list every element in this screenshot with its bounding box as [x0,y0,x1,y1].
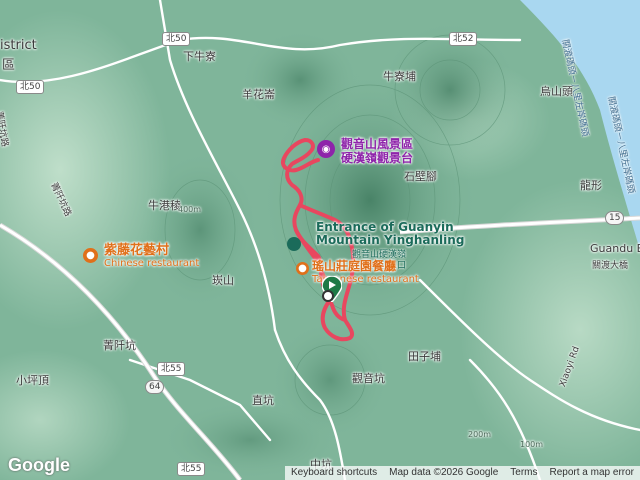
map-footer: Keyboard shortcuts Map data ©2026 Google… [284,466,640,480]
poi-scenic-area[interactable]: 觀音山風景區 硬漢嶺觀景台 [341,137,413,165]
district-label: istrict [0,38,37,53]
keyboard-shortcuts-link[interactable]: Keyboard shortcuts [285,466,383,480]
poi-scenic-area-line1: 觀音山風景區 [341,137,414,151]
place-shibijiao: 石壁腳 [404,170,437,183]
trailhead-icon[interactable] [287,237,301,251]
end-point-icon [322,290,334,302]
elevation-label-200: 200m [468,430,492,439]
poi-restaurant-zitenghua[interactable]: 紫藤花藝村 Chinese restaurant [104,244,199,270]
route-shield-north50b: 北50 [16,80,45,94]
place-yanghuakun: 羊花崙 [242,88,275,101]
google-logo: Google [8,455,70,475]
camera-icon[interactable]: ◉ [317,140,335,158]
route-shield-15: 15 [605,211,625,225]
elevation-label-400: 400m [178,205,202,214]
place-xianiuliao: 下牛寮 [183,50,216,63]
elevation-label-100: 100m [520,440,544,449]
poi-scenic-area-line2: 硬漢嶺觀景台 [341,151,414,165]
place-niugangleng: 牛港稜 [148,199,181,212]
poi-restaurant-zitenghua-zh: 紫藤花藝村 [104,243,170,258]
district-label-zh: 區 [2,58,16,73]
map-data-attribution: Map data ©2026 Google [389,467,499,478]
restaurant-icon[interactable]: ● [296,262,309,275]
route-shield-64: 64 [145,380,165,394]
route-shield-north55b: 北55 [177,462,206,476]
terms-link[interactable]: Terms [504,466,543,480]
poi-trail-entrance-en2: Mountain Yinghanling [316,233,465,247]
place-tianzibu: 田子埔 [408,350,441,363]
restaurant-icon-2[interactable]: ● [83,248,98,263]
report-error-link[interactable]: Report a map error [544,466,640,480]
route-shield-north55: 北55 [157,362,186,376]
poi-trail-entrance[interactable]: Entrance of Guanyin Mountain Yinghanling [316,221,464,247]
place-xiaopingding: 小坪頂 [16,374,49,387]
route-shield-north52: 北52 [449,32,478,46]
route-shield-north50: 北50 [162,32,191,46]
place-qiangankeng: 菁阡坑 [103,339,136,352]
poi-restaurant-zitenghua-en: Chinese restaurant [104,258,200,269]
place-longxing: 龍形 [580,179,602,192]
poi-restaurant-yaoshan-zh: 瑤山莊庭園餐廳 [312,259,397,273]
place-guandu-bridge-zh: 關渡大橋 [592,261,629,271]
place-guanyinkeng: 觀音坑 [352,372,385,385]
place-chongshan: 崁山 [212,274,234,287]
place-guandu-bridge-en: Guandu Br [590,242,640,255]
place-niuliaobu: 牛寮埔 [383,70,416,83]
place-zhikeng: 直坑 [252,394,274,407]
